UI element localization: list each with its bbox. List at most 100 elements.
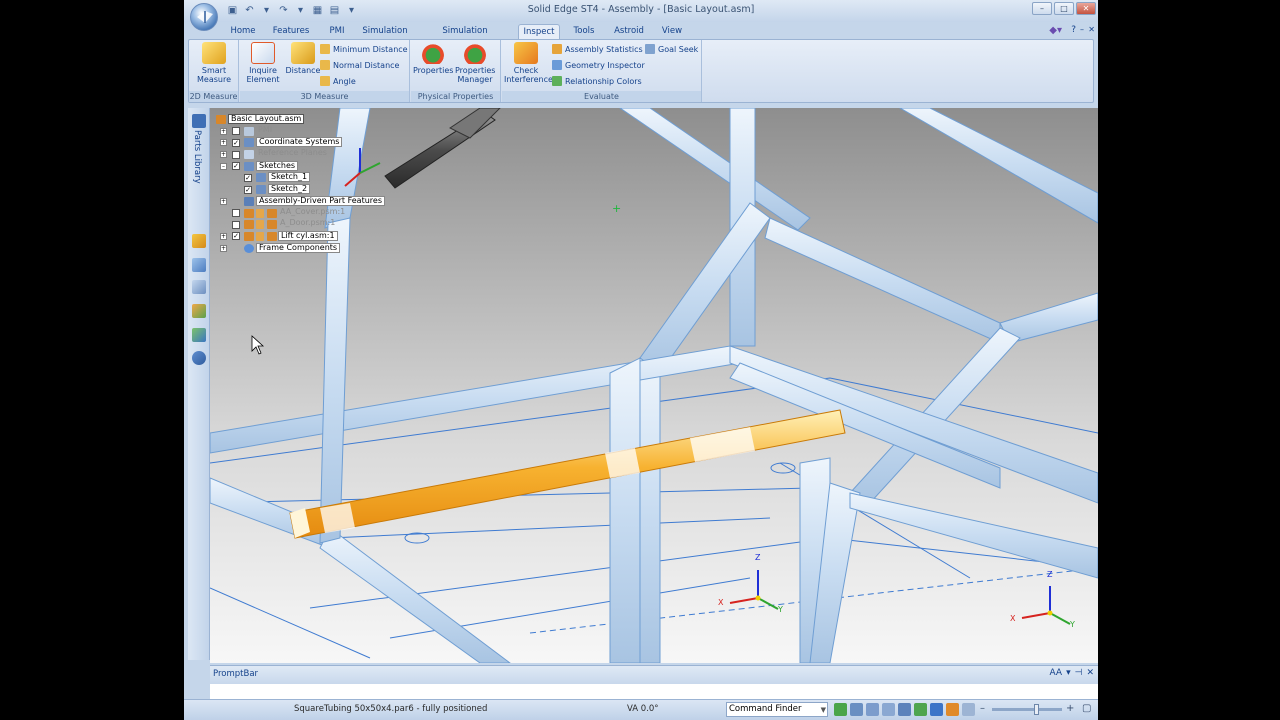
expand-icon[interactable]: + bbox=[220, 232, 227, 240]
application-button[interactable] bbox=[190, 3, 218, 31]
tree-item-sketch-2[interactable]: ✓ Sketch_2 bbox=[212, 184, 382, 196]
pan-icon[interactable] bbox=[898, 703, 911, 716]
prompt-bar-header: PromptBar AA ▾ ⊣ ✕ bbox=[210, 666, 1098, 684]
tab-simulation-geometry[interactable]: Simulation Geometry bbox=[422, 24, 508, 51]
view-tab-icon[interactable] bbox=[192, 328, 206, 342]
visibility-checkbox[interactable]: ✓ bbox=[232, 232, 240, 241]
geometry-inspector-button[interactable]: Geometry Inspector bbox=[552, 59, 645, 72]
docking-strip: Parts Library bbox=[188, 108, 210, 660]
layers-tab-icon[interactable] bbox=[192, 258, 206, 272]
tree-item-frame-components[interactable]: + Frame Components bbox=[212, 242, 382, 255]
tree-item-lift-cyl[interactable]: + ✓ Lift cyl.asm:1 bbox=[212, 230, 382, 243]
tree-item-sketches[interactable]: – ✓ Sketches bbox=[212, 160, 382, 173]
angle-button[interactable]: Angle bbox=[320, 75, 356, 88]
help-icon[interactable]: ? bbox=[1071, 25, 1076, 35]
visibility-checkbox[interactable] bbox=[232, 127, 240, 136]
zoom-icon[interactable] bbox=[866, 703, 879, 716]
properties-button[interactable]: Properties bbox=[413, 42, 453, 90]
doc-minimize-icon[interactable]: – bbox=[1080, 25, 1084, 34]
rotate-icon[interactable] bbox=[914, 703, 927, 716]
inquire-element-button[interactable]: Inquire Element bbox=[243, 42, 283, 90]
tab-home[interactable]: Home bbox=[228, 24, 258, 39]
properties-manager-button[interactable]: Properties Manager bbox=[455, 42, 495, 90]
minimize-button[interactable]: – bbox=[1032, 2, 1052, 15]
triad-right-x-label: X bbox=[1010, 614, 1016, 623]
appearance-icon[interactable] bbox=[946, 703, 959, 716]
tree-item-root[interactable]: Basic Layout.asm bbox=[212, 114, 382, 126]
pathfinder-tab-icon[interactable] bbox=[192, 114, 206, 128]
zoom-slider[interactable] bbox=[992, 708, 1062, 711]
fit-icon[interactable] bbox=[882, 703, 895, 716]
tree-item-reference-planes[interactable]: + Reference Planes bbox=[212, 149, 382, 161]
check-interference-button[interactable]: Check Interference bbox=[504, 42, 553, 90]
visibility-checkbox[interactable]: ✓ bbox=[232, 162, 240, 171]
doc-close-icon[interactable]: ✕ bbox=[1088, 25, 1095, 34]
view-orientation-icon[interactable] bbox=[962, 703, 975, 716]
command-finder-input[interactable]: Command Finder ▼ bbox=[726, 702, 828, 717]
parts-library-tab[interactable]: Parts Library bbox=[192, 130, 202, 184]
visibility-checkbox[interactable]: ✓ bbox=[244, 185, 252, 194]
zoom-out-icon[interactable]: – bbox=[980, 703, 985, 714]
tree-item-a-door[interactable]: A_Door.psm:1 bbox=[212, 219, 382, 231]
zoom-in-icon[interactable]: + bbox=[1066, 703, 1074, 714]
tree-item-sketch-1[interactable]: ✓ Sketch_1 bbox=[212, 172, 382, 184]
zoom-slider-thumb[interactable] bbox=[1034, 704, 1039, 715]
tree-item-pmi[interactable]: + PMI bbox=[212, 125, 382, 138]
visibility-checkbox[interactable] bbox=[232, 220, 240, 229]
distance-button[interactable]: Distance bbox=[283, 42, 323, 90]
visibility-checkbox[interactable]: ✓ bbox=[244, 173, 252, 182]
part-icon bbox=[267, 231, 277, 241]
goal-seek-button[interactable]: Goal Seek bbox=[645, 43, 698, 56]
triad-right-z-label: Z bbox=[1047, 570, 1053, 579]
tab-pmi[interactable]: PMI bbox=[324, 24, 350, 39]
features-tab-icon[interactable] bbox=[192, 234, 206, 248]
font-size-icon[interactable]: AA bbox=[1050, 668, 1063, 678]
tab-inspect[interactable]: Inspect bbox=[518, 24, 560, 39]
appearance-tab-icon[interactable] bbox=[192, 304, 206, 318]
refresh-icon[interactable] bbox=[834, 703, 847, 716]
sensors-tab-icon[interactable] bbox=[192, 280, 206, 294]
close-button[interactable]: ✕ bbox=[1076, 2, 1096, 15]
zoom-area-icon[interactable] bbox=[850, 703, 863, 716]
maximize-button[interactable]: □ bbox=[1054, 2, 1074, 15]
shaded-icon[interactable] bbox=[930, 703, 943, 716]
assembly-statistics-icon bbox=[552, 44, 562, 54]
expand-icon[interactable]: + bbox=[220, 197, 227, 205]
view-tools bbox=[834, 703, 975, 716]
group-label-physical-properties: Physical Properties bbox=[411, 91, 500, 102]
fullscreen-icon[interactable]: ▢ bbox=[1082, 703, 1091, 714]
options-icon[interactable]: ▾ bbox=[1066, 668, 1071, 678]
group-label-2d-measure: 2D Measure bbox=[189, 91, 238, 102]
assembly-statistics-button[interactable]: Assembly Statistics bbox=[552, 43, 643, 56]
pin-icon[interactable]: ⊣ bbox=[1075, 668, 1083, 678]
tab-features[interactable]: Features bbox=[272, 24, 310, 39]
minimum-distance-button[interactable]: Minimum Distance bbox=[320, 43, 408, 56]
expand-icon[interactable]: + bbox=[220, 139, 227, 147]
visibility-checkbox[interactable]: ✓ bbox=[232, 138, 240, 147]
expand-icon[interactable]: + bbox=[220, 127, 227, 135]
help-tab-icon[interactable] bbox=[192, 351, 206, 365]
relationship-colors-button[interactable]: Relationship Colors bbox=[552, 75, 642, 88]
help-options-icon[interactable]: ◆▾ bbox=[1049, 25, 1062, 36]
collapse-icon[interactable]: – bbox=[220, 162, 227, 170]
sketch-icon bbox=[256, 173, 266, 183]
tab-simulation[interactable]: Simulation bbox=[361, 24, 409, 39]
tab-view[interactable]: View bbox=[657, 24, 687, 39]
tab-astroid[interactable]: Astroid bbox=[610, 24, 648, 39]
chevron-down-icon[interactable]: ▼ bbox=[821, 704, 826, 717]
tree-item-assembly-driven-features[interactable]: + Assembly-Driven Part Features bbox=[212, 195, 385, 208]
minimum-distance-icon bbox=[320, 44, 330, 54]
smart-measure-button[interactable]: Smart Measure bbox=[194, 42, 234, 90]
frame-icon bbox=[244, 243, 254, 253]
visibility-checkbox[interactable] bbox=[232, 150, 240, 159]
sketch-icon bbox=[244, 161, 254, 171]
normal-distance-button[interactable]: Normal Distance bbox=[320, 59, 399, 72]
graphics-viewport[interactable]: + Z X Y Z X Y Basic Layout.asm + PMI + ✓… bbox=[210, 108, 1098, 663]
close-icon[interactable]: ✕ bbox=[1086, 668, 1094, 678]
expand-icon[interactable]: + bbox=[220, 244, 227, 252]
visibility-checkbox[interactable] bbox=[232, 209, 240, 217]
expand-icon[interactable]: + bbox=[220, 151, 227, 159]
group-evaluate: Check Interference Assembly Statistics G… bbox=[502, 40, 702, 102]
view-angle-readout: VA 0.0° bbox=[627, 704, 659, 714]
tab-tools[interactable]: Tools bbox=[568, 24, 600, 39]
